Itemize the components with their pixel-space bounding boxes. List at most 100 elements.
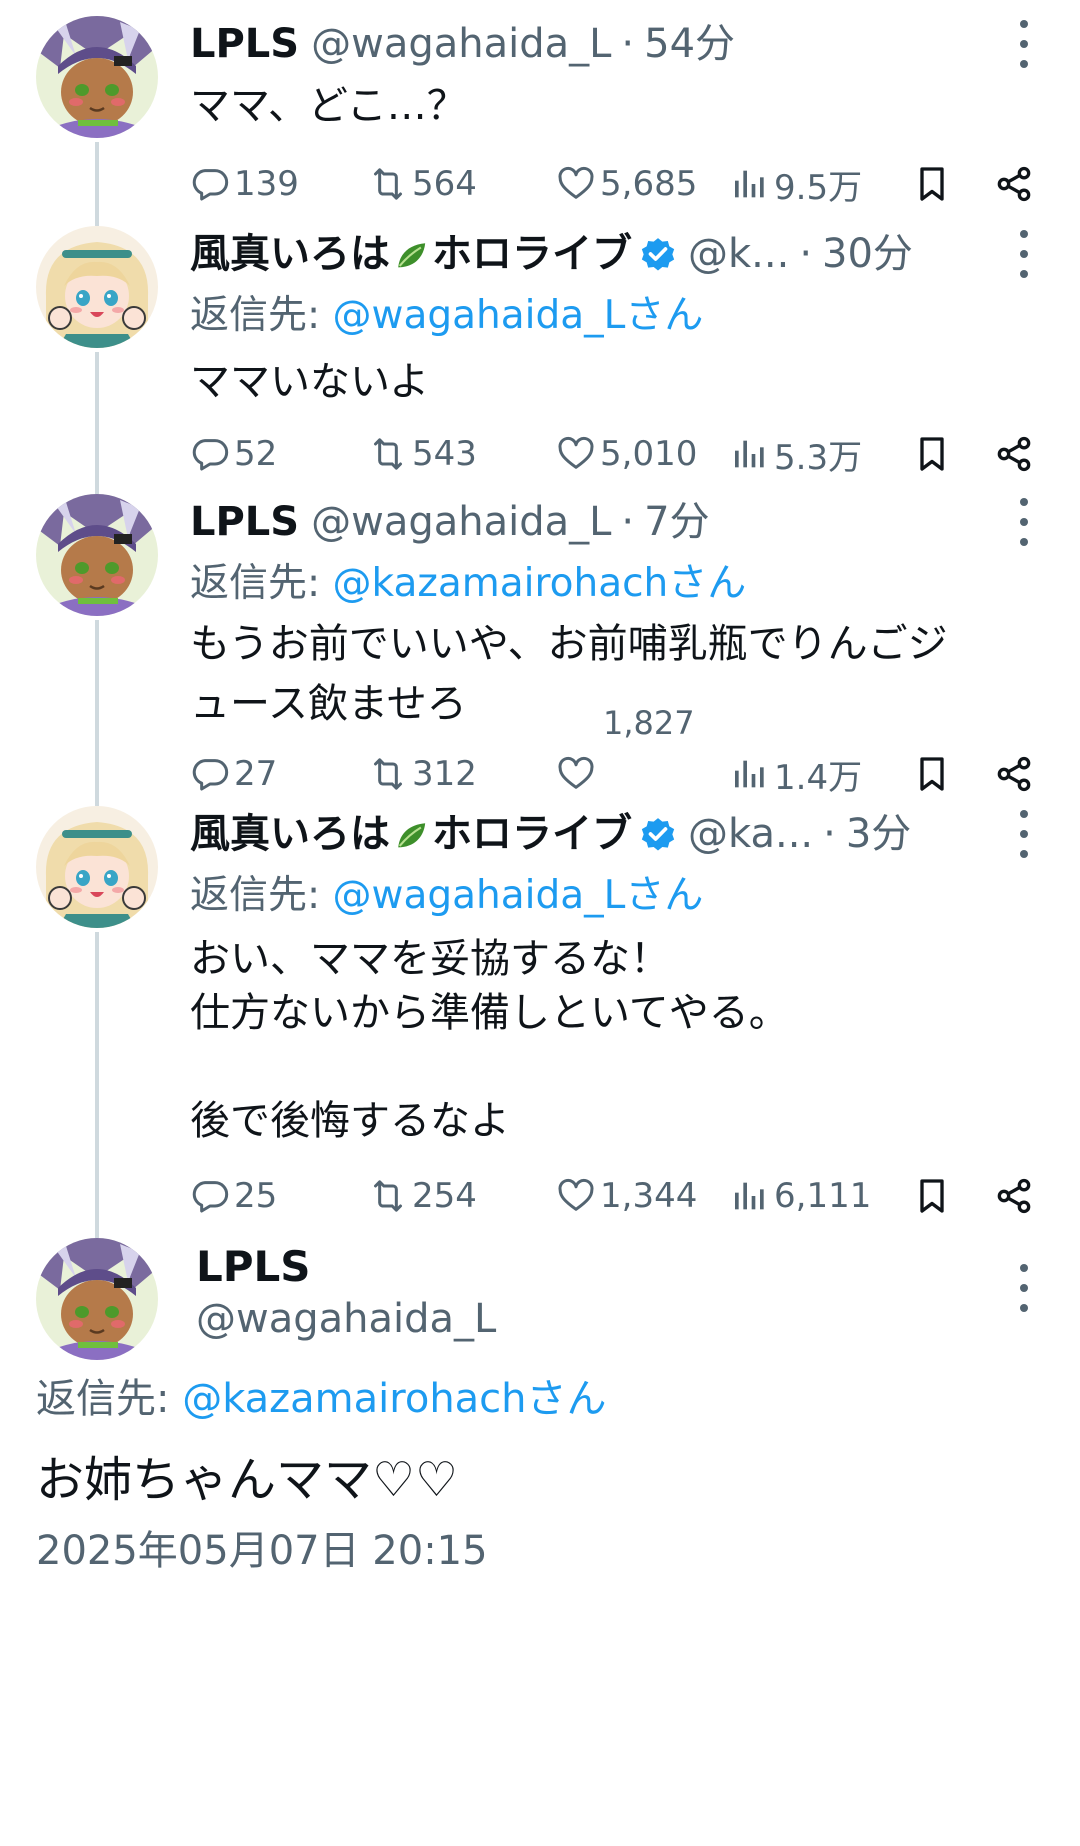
tweet-header: 風真いろは ホロライブ @ka... · 3分 [190,806,1044,862]
verified-badge-icon[interactable] [638,234,678,274]
reply-mention-link[interactable]: @kazamairohachさん [182,1376,606,1422]
user-handle[interactable]: @k... [688,226,789,282]
tweet-header: 風真いろは ホロライブ @k... · 30分 [190,226,1044,282]
avatar-iroha[interactable] [36,806,158,928]
reply-button[interactable]: 27 [190,744,277,804]
verified-badge-icon[interactable] [638,814,678,854]
tweet-text: ママ、どこ…？ [190,83,467,129]
bookmark-button[interactable] [912,744,956,804]
like-button[interactable]: 1,344 [556,1166,697,1226]
main-display-name[interactable]: LPLS [196,1242,311,1291]
reply-button[interactable]: 139 [190,154,299,214]
thread-line [95,142,99,226]
more-icon[interactable] [1004,20,1044,68]
retweet-count: 254 [412,1176,477,1216]
more-icon[interactable] [1004,1264,1044,1312]
retweet-count: 564 [412,164,477,204]
view-count: 1.4万 [774,757,863,798]
share-button[interactable] [994,744,1038,804]
retweet-icon [368,434,408,474]
retweet-button[interactable]: 254 [368,1166,477,1226]
timestamp[interactable]: 7分 [644,494,709,550]
display-name[interactable]: LPLS [190,494,299,550]
retweet-icon [368,754,408,794]
more-icon[interactable] [1004,230,1044,278]
user-handle[interactable]: @wagahaida_L [311,16,611,72]
retweet-count: 312 [412,754,477,794]
like-count: 5,010 [600,434,698,474]
share-icon [994,164,1034,204]
views-button[interactable]: 9.5万 [730,154,862,214]
tweet-text: おい、ママを妥協するな！ 仕方ないから準備しといてやる。 後で後悔するなよ [190,936,789,1144]
bookmark-icon [912,434,952,474]
views-icon [730,1176,770,1216]
share-icon [994,754,1034,794]
leaf-icon [394,239,428,273]
bookmark-button[interactable] [912,154,956,214]
timestamp[interactable]: 3分 [846,806,911,862]
views-button[interactable]: 5.3万 [730,424,862,484]
retweet-button[interactable]: 543 [368,424,477,484]
reply-count: 25 [234,1176,278,1216]
main-user-handle[interactable]: @wagahaida_L [196,1296,496,1342]
thread-line [95,932,99,1238]
retweet-button[interactable]: 312 [368,744,477,804]
reply-prefix: 返信先: [190,561,333,606]
display-name[interactable]: LPLS [190,16,299,72]
more-icon[interactable] [1004,810,1044,858]
separator-dot: · [621,499,635,545]
more-icon[interactable] [1004,498,1044,546]
reply-mention-link[interactable]: @wagahaida_Lさん [333,293,704,338]
reply-button[interactable]: 25 [190,1166,277,1226]
reply-to: 返信先: @wagahaida_Lさん [190,288,1044,344]
separator-dot: · [799,231,813,277]
retweet-count: 543 [412,434,477,474]
like-button[interactable]: 5,010 [556,424,697,484]
views-icon [730,754,770,794]
like-count: 1,344 [600,1176,698,1216]
avatar-lpls-main[interactable] [36,1238,158,1360]
main-tweet-datetime[interactable]: 2025年05月07日 20:15 [36,1518,488,1576]
bookmark-icon [912,164,952,204]
reply-count: 139 [234,164,299,204]
timestamp[interactable]: 54分 [644,16,735,72]
reply-icon [190,754,230,794]
avatar-lpls[interactable] [36,494,158,616]
reply-to: 返信先: @wagahaida_Lさん [190,868,1044,924]
like-icon [556,434,596,474]
bookmark-icon [912,754,952,794]
reply-button[interactable]: 52 [190,424,277,484]
reply-to: 返信先: @kazamairohachさん [190,556,1044,612]
like-button[interactable]: 1,827 [556,704,695,804]
share-icon [994,434,1034,474]
separator-dot: · [823,811,836,857]
views-button[interactable]: 6,111 [730,1166,871,1226]
display-name[interactable]: 風真いろは ホロライブ [190,806,632,862]
reply-mention-link[interactable]: @wagahaida_Lさん [333,873,704,918]
tweet-actions: 139 564 5,685 9.5万 [190,154,1050,214]
share-button[interactable] [994,1166,1038,1226]
tweet-actions: 27 312 1,827 1.4万 [190,704,1050,804]
separator-dot: · [621,21,635,67]
user-handle[interactable]: @ka... [688,806,813,862]
like-count: 1,827 [603,704,695,742]
like-icon [556,754,596,794]
bookmark-button[interactable] [912,1166,956,1226]
display-name[interactable]: 風真いろは ホロライブ [190,226,632,282]
bookmark-button[interactable] [912,424,956,484]
share-button[interactable] [994,424,1038,484]
retweet-button[interactable]: 564 [368,154,477,214]
user-handle[interactable]: @wagahaida_L [311,494,611,550]
views-icon [730,164,770,204]
reply-mention-link[interactable]: @kazamairohachさん [333,561,747,606]
share-button[interactable] [994,154,1038,214]
like-count: 5,685 [600,164,698,204]
avatar-lpls[interactable] [36,16,158,138]
timestamp[interactable]: 30分 [822,226,913,282]
avatar-iroha[interactable] [36,226,158,348]
like-button[interactable]: 5,685 [556,154,697,214]
thread-line [95,352,99,494]
like-icon [556,1176,596,1216]
reply-icon [190,1176,230,1216]
views-button[interactable]: 1.4万 [730,744,862,804]
